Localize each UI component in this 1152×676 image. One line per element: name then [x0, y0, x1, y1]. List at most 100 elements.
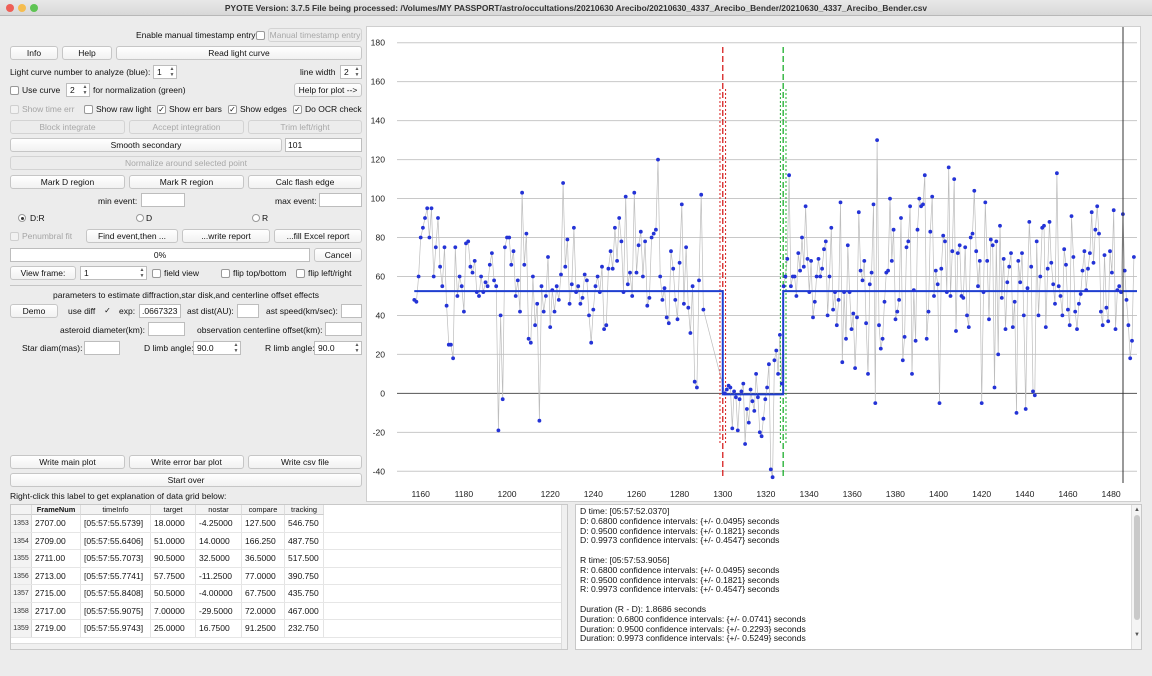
row-number[interactable]: 1355: [11, 550, 32, 567]
table-cell[interactable]: 2709.00: [32, 532, 81, 549]
table-cell[interactable]: 32.5000: [196, 550, 242, 567]
table-cell[interactable]: [05:57:55.7073]: [81, 550, 151, 567]
table-cell[interactable]: 14.0000: [196, 532, 242, 549]
show-edges-checkbox[interactable]: ✓: [228, 105, 237, 114]
results-log[interactable]: D time: [05:57:52.0370] D: 0.6800 confide…: [575, 504, 1142, 650]
table-cell[interactable]: 2711.00: [32, 550, 81, 567]
table-row[interactable]: 1354 2709.00 [05:57:55.6406] 51.0000 14.0000…: [11, 532, 567, 550]
table-cell[interactable]: 2717.00: [32, 602, 81, 619]
table-cell[interactable]: 2719.00: [32, 620, 81, 637]
write-main-plot-button[interactable]: Write main plot: [10, 455, 125, 469]
info-button[interactable]: Info: [10, 46, 58, 60]
table-cell[interactable]: 57.7500: [151, 567, 196, 584]
mark-d-region-button[interactable]: Mark D region: [10, 175, 125, 189]
scroll-down-icon[interactable]: ▼: [1134, 632, 1140, 638]
r-limb-angle-spinner[interactable]: 90.0 ▲ ▼: [314, 341, 362, 355]
cancel-button[interactable]: Cancel: [314, 248, 362, 262]
log-scrollbar[interactable]: ▲ ▼: [1131, 505, 1141, 649]
trim-button[interactable]: Trim left/right: [248, 120, 362, 134]
col-header-target[interactable]: target: [151, 505, 196, 515]
table-cell[interactable]: 232.750: [285, 620, 324, 637]
table-row[interactable]: 1355 2711.00 [05:57:55.7073] 90.5000 32.5000…: [11, 550, 567, 568]
table-cell[interactable]: 16.7500: [196, 620, 242, 637]
table-cell[interactable]: -4.00000: [196, 585, 242, 602]
row-number[interactable]: 1353: [11, 515, 32, 532]
enable-manual-timestamp-checkbox[interactable]: [256, 31, 265, 40]
spinner-arrows-icon[interactable]: ▲ ▼: [139, 267, 145, 279]
view-frame-spinner[interactable]: 1 ▲ ▼: [80, 266, 147, 280]
table-cell[interactable]: [05:57:55.7741]: [81, 567, 151, 584]
table-cell[interactable]: [05:57:55.8408]: [81, 585, 151, 602]
d-limb-angle-spinner[interactable]: 90.0 ▲ ▼: [193, 341, 241, 355]
table-row[interactable]: 1359 2719.00 [05:57:55.9743] 25.0000 16.7500…: [11, 620, 567, 638]
table-cell[interactable]: 517.500: [285, 550, 324, 567]
d-radio[interactable]: [136, 214, 144, 222]
max-event-field[interactable]: [319, 193, 362, 207]
table-cell[interactable]: -4.25000: [196, 515, 242, 532]
start-over-button[interactable]: Start over: [10, 473, 362, 487]
star-diam-field[interactable]: [84, 341, 120, 355]
lc-number-spinner[interactable]: 1 ▲ ▼: [153, 65, 177, 79]
data-grid[interactable]: FrameNum timeInfo target nostar compare …: [10, 504, 568, 650]
fill-excel-report-button[interactable]: ...fill Excel report: [274, 229, 362, 243]
find-event-button[interactable]: Find event,then ...: [86, 229, 178, 243]
col-header-timeinfo[interactable]: timeInfo: [81, 505, 151, 515]
table-cell[interactable]: 91.2500: [242, 620, 285, 637]
light-curve-chart[interactable]: -40 -20 0 20 40 60 80 100 120 140 160 180 1160 1180 12…: [367, 27, 1140, 501]
r-radio[interactable]: [252, 214, 260, 222]
light-curve-plot[interactable]: -40 -20 0 20 40 60 80 100 120 140 160 180 1160 1180 12…: [366, 26, 1141, 502]
write-error-bar-plot-button[interactable]: Write error bar plot: [129, 455, 244, 469]
row-number[interactable]: 1356: [11, 567, 32, 584]
read-light-curve-button[interactable]: Read light curve: [116, 46, 362, 60]
scroll-up-icon[interactable]: ▲: [1134, 507, 1140, 513]
table-row[interactable]: 1356 2713.00 [05:57:55.7741] 57.7500 -11.250…: [11, 567, 567, 585]
row-number[interactable]: 1358: [11, 602, 32, 619]
ast-speed-field[interactable]: [341, 304, 362, 318]
exp-field[interactable]: .0667323: [139, 304, 181, 318]
grid-scrollbar[interactable]: [561, 505, 567, 649]
table-cell[interactable]: 390.750: [285, 567, 324, 584]
table-cell[interactable]: 36.5000: [242, 550, 285, 567]
col-header-framenum[interactable]: FrameNum: [32, 505, 81, 515]
table-cell[interactable]: 50.5000: [151, 585, 196, 602]
table-cell[interactable]: [05:57:55.5739]: [81, 515, 151, 532]
accept-integration-button[interactable]: Accept integration: [129, 120, 244, 134]
flip-left-right-checkbox[interactable]: [296, 269, 305, 278]
table-cell[interactable]: 435.750: [285, 585, 324, 602]
table-cell[interactable]: 25.0000: [151, 620, 196, 637]
table-cell[interactable]: 90.5000: [151, 550, 196, 567]
spinner-arrows-icon[interactable]: ▲ ▼: [354, 66, 360, 78]
row-number[interactable]: 1354: [11, 532, 32, 549]
show-err-bars-checkbox[interactable]: ✓: [157, 105, 166, 114]
line-width-spinner[interactable]: 2 ▲ ▼: [340, 65, 362, 79]
table-cell[interactable]: 487.750: [285, 532, 324, 549]
log-scroll-thumb[interactable]: [1134, 515, 1140, 620]
table-cell[interactable]: 67.7500: [242, 585, 285, 602]
table-cell[interactable]: 77.0000: [242, 567, 285, 584]
table-cell[interactable]: [05:57:55.6406]: [81, 532, 151, 549]
manual-timestamp-button[interactable]: Manual timestamp entry: [268, 28, 362, 42]
table-cell[interactable]: [05:57:55.9075]: [81, 602, 151, 619]
table-cell[interactable]: 7.00000: [151, 602, 196, 619]
table-cell[interactable]: 18.0000: [151, 515, 196, 532]
table-cell[interactable]: -29.5000: [196, 602, 242, 619]
ast-dist-field[interactable]: [237, 304, 259, 318]
observation-offset-field[interactable]: [325, 322, 362, 336]
write-csv-button[interactable]: Write csv file: [248, 455, 362, 469]
table-row[interactable]: 1353 2707.00 [05:57:55.5739] 18.0000 -4.2500…: [11, 515, 567, 533]
help-button[interactable]: Help: [62, 46, 112, 60]
smooth-value-field[interactable]: 101: [285, 138, 362, 152]
table-cell[interactable]: 51.0000: [151, 532, 196, 549]
grid-hscrollbar[interactable]: [11, 643, 561, 649]
table-cell[interactable]: 166.250: [242, 532, 285, 549]
calc-flash-edge-button[interactable]: Calc flash edge: [248, 175, 362, 189]
ocr-check-checkbox[interactable]: ✓: [293, 105, 302, 114]
col-header-nostar[interactable]: nostar: [196, 505, 242, 515]
table-cell[interactable]: 2715.00: [32, 585, 81, 602]
show-time-err-checkbox[interactable]: [10, 105, 19, 114]
spinner-arrows-icon[interactable]: ▲ ▼: [169, 66, 175, 78]
block-integrate-button[interactable]: Block integrate: [10, 120, 125, 134]
field-view-checkbox[interactable]: [152, 269, 161, 278]
help-for-plot-button[interactable]: Help for plot -->: [294, 83, 362, 97]
table-cell[interactable]: 127.500: [242, 515, 285, 532]
